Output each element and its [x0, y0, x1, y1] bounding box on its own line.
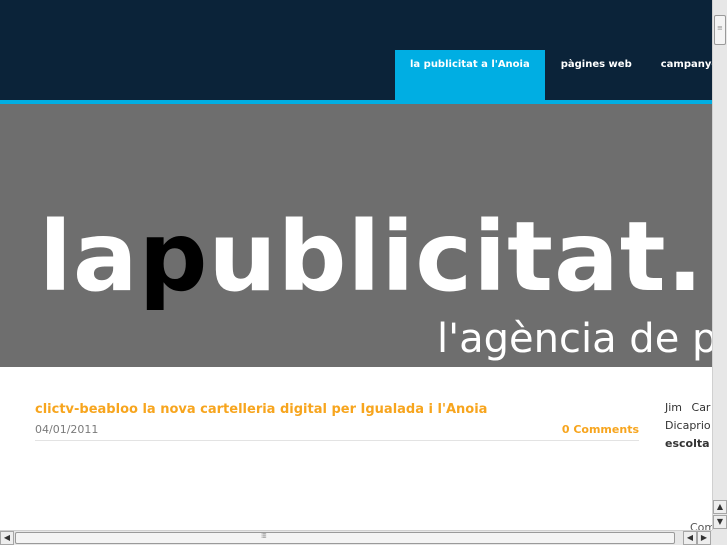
- logo-text-la: la: [39, 201, 139, 313]
- scroll-left-arrow-icon[interactable]: ◀: [0, 531, 14, 545]
- scroll-up-arrow-icon[interactable]: ▲: [713, 500, 727, 514]
- main-nav: la publicitat a l'Anoia pàgines web camp…: [395, 50, 712, 100]
- sidebar-line-3[interactable]: escolta l: [665, 435, 712, 453]
- scroll-down-arrow-icon[interactable]: ▼: [713, 515, 727, 529]
- logo-text-p: p: [138, 201, 209, 313]
- page-viewport: la publicitat a l'Anoia pàgines web camp…: [0, 0, 712, 530]
- site-tagline: l'agència de pub: [437, 316, 712, 362]
- scrollbar-corner: [712, 530, 727, 545]
- post-date: 04/01/2011: [35, 423, 99, 436]
- logo-text-rest: ublicitat.n: [208, 201, 712, 313]
- blog-post: clictv-beabloo la nova cartelleria digit…: [35, 402, 639, 441]
- grip-icon: ≡: [717, 24, 723, 32]
- horizontal-scrollbar[interactable]: ◀ ⁞⁞⁞⁞ ◀ ▶: [0, 530, 712, 545]
- hero-banner: lapublicitat.n l'agència de pub: [0, 104, 712, 367]
- grip-icon: ⁞⁞⁞⁞: [261, 532, 267, 540]
- sidebar: Jim Car Dicaprio escolta l: [665, 399, 712, 453]
- scroll-right-arrow-icon[interactable]: ▶: [697, 531, 711, 545]
- post-meta: 04/01/2011 0 Comments: [35, 421, 639, 441]
- nav-item-campanyes[interactable]: campanyes i p: [647, 50, 712, 100]
- scroll-left-arrow-icon[interactable]: ◀: [683, 531, 697, 545]
- post-title-link[interactable]: clictv-beabloo la nova cartelleria digit…: [35, 402, 639, 417]
- horizontal-scroll-thumb[interactable]: ⁞⁞⁞⁞: [15, 532, 675, 544]
- vertical-scrollbar[interactable]: ≡ ▲ ▼: [712, 0, 727, 530]
- nav-item-pagines-web[interactable]: pàgines web: [545, 50, 647, 100]
- sidebar-line-1: Jim Car: [665, 401, 711, 414]
- post-comments-link[interactable]: 0 Comments: [562, 423, 639, 436]
- nav-item-publicitat-anoia[interactable]: la publicitat a l'Anoia: [395, 50, 545, 100]
- header-bar: la publicitat a l'Anoia pàgines web camp…: [0, 0, 712, 100]
- site-logo[interactable]: lapublicitat.n: [39, 209, 712, 305]
- vertical-scroll-thumb[interactable]: ≡: [714, 15, 726, 45]
- sidebar-bottom-text: Com: [690, 521, 712, 530]
- sidebar-line-2: Dicaprio: [665, 419, 711, 432]
